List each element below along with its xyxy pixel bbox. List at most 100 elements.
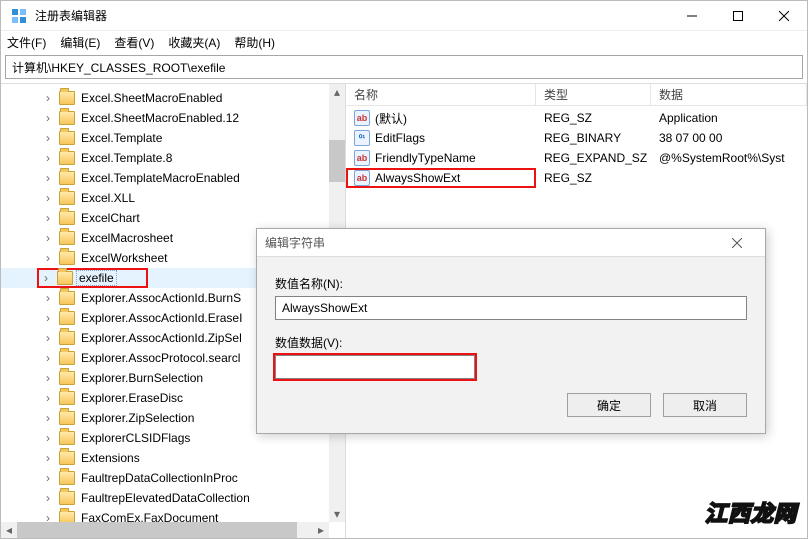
chevron-right-icon[interactable]: ›	[41, 411, 55, 425]
folder-icon	[59, 111, 75, 125]
chevron-right-icon[interactable]: ›	[41, 171, 55, 185]
tree-item[interactable]: › FaultrepDataCollectionInProc	[1, 468, 345, 488]
folder-icon	[59, 451, 75, 465]
scroll-right-icon[interactable]: ▸	[313, 523, 329, 537]
chevron-right-icon[interactable]: ›	[41, 391, 55, 405]
watermark: 江西龙网	[705, 496, 797, 528]
menu-help[interactable]: 帮助(H)	[234, 34, 275, 51]
chevron-right-icon[interactable]: ›	[41, 431, 55, 445]
regedit-icon	[11, 8, 27, 24]
value-row[interactable]: abAlwaysShowExtREG_SZ	[346, 168, 807, 188]
chevron-right-icon[interactable]: ›	[41, 211, 55, 225]
value-row[interactable]: ab(默认)REG_SZApplication	[346, 108, 807, 128]
column-type[interactable]: 类型	[536, 84, 651, 105]
column-name[interactable]: 名称	[346, 84, 536, 105]
value-row[interactable]: ⁰¹EditFlagsREG_BINARY38 07 00 00	[346, 128, 807, 148]
values-header: 名称 类型 数据	[346, 84, 807, 106]
folder-icon	[59, 491, 75, 505]
tree-item[interactable]: › ExcelChart	[1, 208, 345, 228]
folder-icon	[59, 431, 75, 445]
tree-item-label: ExcelChart	[79, 211, 142, 225]
scroll-down-icon[interactable]: ▾	[329, 506, 345, 522]
menu-file[interactable]: 文件(F)	[7, 34, 46, 51]
close-button[interactable]	[761, 1, 807, 31]
chevron-right-icon[interactable]: ›	[41, 151, 55, 165]
hscrollbar-thumb[interactable]	[17, 522, 297, 538]
tree-item-label: Explorer.AssocActionId.ZipSel	[79, 331, 244, 345]
chevron-right-icon[interactable]: ›	[41, 351, 55, 365]
value-data-cell: @%SystemRoot%\Syst	[651, 151, 807, 165]
tree-item[interactable]: › Excel.XLL	[1, 188, 345, 208]
value-name: EditFlags	[375, 131, 425, 145]
chevron-right-icon[interactable]: ›	[41, 91, 55, 105]
cancel-button[interactable]: 取消	[663, 393, 747, 417]
tree-item[interactable]: › Excel.Template.8	[1, 148, 345, 168]
menu-edit[interactable]: 编辑(E)	[60, 34, 100, 51]
tree-item[interactable]: › Excel.Template	[1, 128, 345, 148]
chevron-right-icon[interactable]: ›	[41, 111, 55, 125]
tree-item[interactable]: › Extensions	[1, 448, 345, 468]
chevron-right-icon[interactable]: ›	[41, 491, 55, 505]
chevron-right-icon[interactable]: ›	[41, 251, 55, 265]
scroll-up-icon[interactable]: ▴	[329, 84, 345, 100]
value-name-cell: ⁰¹EditFlags	[346, 130, 536, 146]
value-name: (默认)	[375, 110, 407, 127]
tree-item-label: Excel.XLL	[79, 191, 137, 205]
tree-item-label: FaultrepElevatedDataCollection	[79, 491, 252, 505]
value-data-cell: Application	[651, 111, 807, 125]
scrollbar-thumb[interactable]	[329, 140, 345, 182]
menu-view[interactable]: 查看(V)	[114, 34, 154, 51]
ok-button[interactable]: 确定	[567, 393, 651, 417]
value-name-label: 数值名称(N):	[275, 275, 747, 292]
folder-icon	[59, 291, 75, 305]
folder-icon	[59, 91, 75, 105]
tree-item[interactable]: ›Excel.TemplateMacroEnabled	[1, 168, 345, 188]
folder-icon	[59, 131, 75, 145]
chevron-right-icon[interactable]: ›	[41, 231, 55, 245]
tree-item[interactable]: › FaultrepElevatedDataCollection	[1, 488, 345, 508]
chevron-right-icon[interactable]: ›	[41, 331, 55, 345]
menu-favorites[interactable]: 收藏夹(A)	[168, 34, 220, 51]
chevron-right-icon[interactable]: ›	[41, 131, 55, 145]
maximize-button[interactable]	[715, 1, 761, 31]
chevron-right-icon[interactable]: ›	[39, 271, 53, 285]
dialog-titlebar[interactable]: 编辑字符串	[257, 229, 765, 257]
value-name-field[interactable]	[275, 296, 747, 320]
edit-string-dialog: 编辑字符串 数值名称(N): 数值数据(V): 确定 取消	[256, 228, 766, 434]
value-data-label: 数值数据(V):	[275, 334, 747, 351]
scroll-left-icon[interactable]: ◂	[1, 523, 17, 537]
values-list[interactable]: ab(默认)REG_SZApplication⁰¹EditFlagsREG_BI…	[346, 106, 807, 188]
highlight-box: ›exefile	[37, 268, 148, 288]
value-row[interactable]: abFriendlyTypeNameREG_EXPAND_SZ@%SystemR…	[346, 148, 807, 168]
chevron-right-icon[interactable]: ›	[41, 371, 55, 385]
chevron-right-icon[interactable]: ›	[41, 191, 55, 205]
value-data-field[interactable]	[275, 355, 475, 379]
tree-item-label: Excel.SheetMacroEnabled	[79, 91, 224, 105]
column-data[interactable]: 数据	[651, 84, 807, 105]
tree-item-label: ExcelMacrosheet	[79, 231, 175, 245]
chevron-right-icon[interactable]: ›	[41, 451, 55, 465]
tree-item-label: ExplorerCLSIDFlags	[79, 431, 192, 445]
tree-item-label: Excel.Template	[79, 131, 164, 145]
tree-item-label: FaultrepDataCollectionInProc	[79, 471, 240, 485]
tree-item-label: ExcelWorksheet	[79, 251, 169, 265]
folder-icon	[59, 171, 75, 185]
folder-icon	[59, 371, 75, 385]
dialog-close-button[interactable]	[717, 230, 757, 256]
minimize-button[interactable]	[669, 1, 715, 31]
address-field[interactable]: 计算机\HKEY_CLASSES_ROOT\exefile	[5, 55, 803, 79]
tree-item-label: Excel.SheetMacroEnabled.12	[79, 111, 241, 125]
tree-item-label: Excel.Template.8	[79, 151, 174, 165]
chevron-right-icon[interactable]: ›	[41, 471, 55, 485]
tree-item[interactable]: › Excel.SheetMacroEnabled	[1, 88, 345, 108]
tree-item[interactable]: › Excel.SheetMacroEnabled.12	[1, 108, 345, 128]
chevron-right-icon[interactable]: ›	[41, 311, 55, 325]
folder-icon	[59, 411, 75, 425]
folder-icon	[59, 331, 75, 345]
chevron-right-icon[interactable]: ›	[41, 291, 55, 305]
value-name-cell: abAlwaysShowExt	[346, 168, 536, 188]
string-value-icon: ab	[354, 110, 370, 126]
tree-item-label: Extensions	[79, 451, 142, 465]
tree-horizontal-scrollbar[interactable]: ◂ ▸	[1, 522, 329, 538]
tree-item-label: Explorer.AssocActionId.EraseI	[79, 311, 244, 325]
